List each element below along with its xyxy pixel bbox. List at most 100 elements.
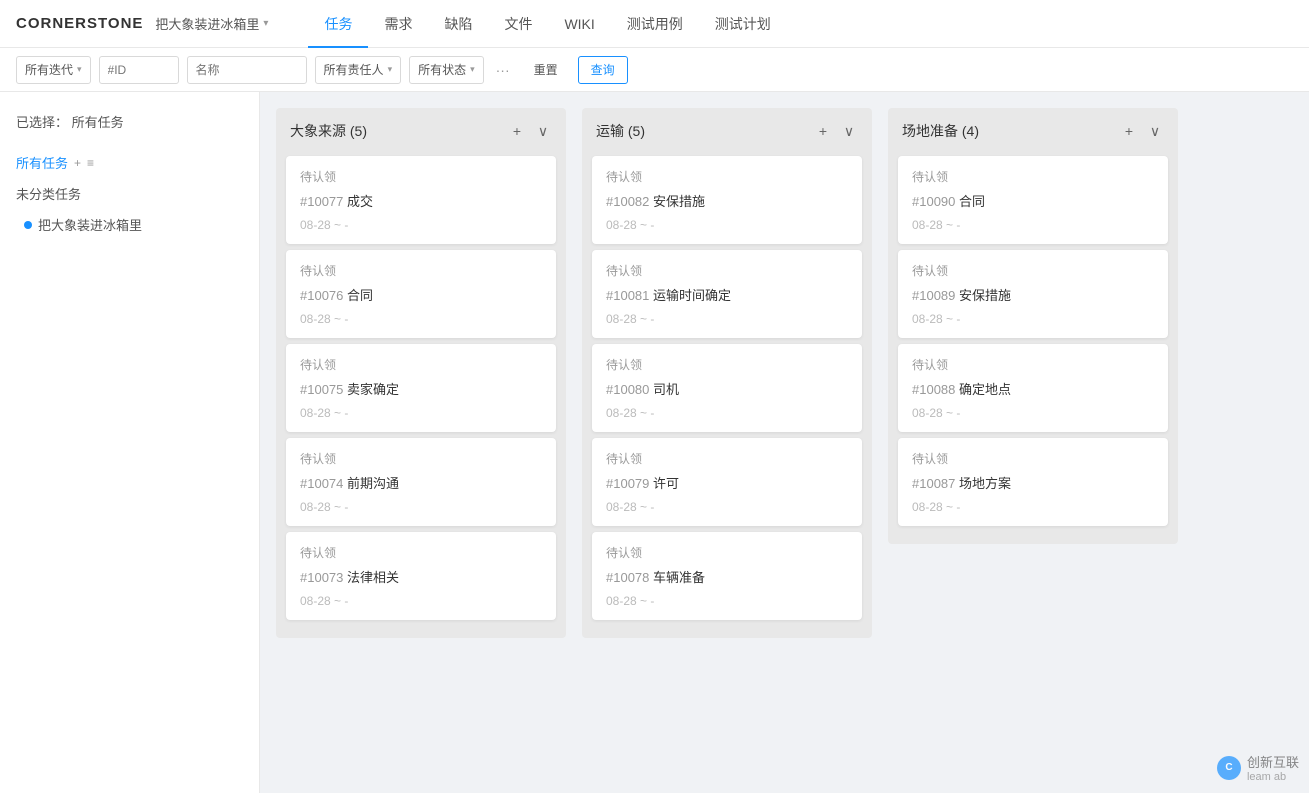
tab-files[interactable]: 文件	[488, 1, 548, 48]
name-input[interactable]	[187, 56, 307, 84]
card-id-0-2: #10075	[300, 382, 347, 397]
iteration-select[interactable]: 所有迭代 ▾	[16, 56, 91, 84]
column-collapse-button-1[interactable]: ∨	[838, 120, 860, 142]
sidebar-project-item[interactable]: 把大象装进冰箱里	[0, 209, 259, 240]
tab-test-plan[interactable]: 测试计划	[699, 1, 787, 48]
card-id-title-0-2: #10075 卖家确定	[300, 379, 542, 398]
card-date-2-0: 08-28 ~ -	[912, 218, 1154, 232]
card-id-2-0: #10090	[912, 194, 959, 209]
reset-button[interactable]: 重置	[522, 56, 570, 84]
card-id-0-0: #10077	[300, 194, 347, 209]
kanban-card-1-4[interactable]: 待认领#10078 车辆准备08-28 ~ -	[592, 532, 862, 620]
sidebar-selected-value: 所有任务	[72, 115, 124, 130]
kanban-card-0-0[interactable]: 待认领#10077 成交08-28 ~ -	[286, 156, 556, 244]
column-header-2: 场地准备 (4)+∨	[888, 108, 1178, 150]
card-date-2-1: 08-28 ~ -	[912, 312, 1154, 326]
sidebar-all-tasks-label: 所有任务	[16, 153, 68, 172]
card-name-0-2: 卖家确定	[347, 382, 399, 397]
card-id-title-2-0: #10090 合同	[912, 191, 1154, 210]
iteration-chevron-icon: ▾	[77, 64, 82, 75]
kanban-area: 大象来源 (5)+∨ 待认领 #10077 成交 08-28 ~ - 待认领 #10076…	[260, 92, 1309, 793]
kanban-card-2-2[interactable]: 待认领#10088 确定地点08-28 ~ -	[898, 344, 1168, 432]
kanban-column-1: 运输 (5)+∨待认领#10082 安保措施08-28 ~ -待认领#10081…	[582, 108, 872, 638]
sidebar-menu-icon[interactable]: ≡	[87, 156, 94, 170]
card-status-1-2: 待认领	[606, 356, 848, 373]
column-header-0: 大象来源 (5)+∨	[276, 108, 566, 150]
sidebar: 已选择： 所有任务 所有任务 + ≡ 未分类任务 把大象装进冰箱里	[0, 92, 260, 793]
card-date-1-3: 08-28 ~ -	[606, 500, 848, 514]
card-date-0-1: 08-28 ~ -	[300, 312, 542, 326]
card-name-2-0: 合同	[959, 194, 985, 209]
card-id-1-4: #10078	[606, 570, 653, 585]
card-id-title-1-3: #10079 许可	[606, 473, 848, 492]
sidebar-uncategorized[interactable]: 未分类任务	[0, 178, 259, 209]
card-date-1-2: 08-28 ~ -	[606, 406, 848, 420]
sidebar-add-icon[interactable]: +	[74, 156, 81, 170]
card-id-title-1-1: #10081 运输时间确定	[606, 285, 848, 304]
kanban-card-0-2[interactable]: 待认领#10075 卖家确定08-28 ~ -	[286, 344, 556, 432]
kanban-card-0-1[interactable]: 待认领#10076 合同08-28 ~ -	[286, 250, 556, 338]
kanban-card-1-1[interactable]: 待认领#10081 运输时间确定08-28 ~ -	[592, 250, 862, 338]
sidebar-selected-label: 已选择： 所有任务	[0, 104, 259, 139]
kanban-card-2-1[interactable]: 待认领 #10089 安保措施 08-28 ~ -	[898, 250, 1168, 338]
tab-requirements[interactable]: 需求	[368, 1, 428, 48]
card-status-2-1: 待认领	[912, 262, 1154, 279]
kanban-card-2-0[interactable]: 待认领 #10090 合同 08-28 ~ -	[898, 156, 1168, 244]
card-name-0-0: 成交	[347, 194, 373, 209]
top-nav: CORNERSTONE 把大象装进冰箱里 ▾ 任务 需求 缺陷 文件 WIKI …	[0, 0, 1309, 48]
filter-bar: 所有迭代 ▾ 所有责任人 ▾ 所有状态 ▾ ··· 重置 查询	[0, 48, 1309, 92]
column-title-1: 运输 (5)	[596, 121, 808, 141]
kanban-card-1-0[interactable]: 待认领#10082 安保措施08-28 ~ -	[592, 156, 862, 244]
kanban-column-2: 场地准备 (4)+∨ 待认领 #10090 合同 08-28 ~ - 待认领 #10089…	[888, 108, 1178, 544]
query-button[interactable]: 查询	[578, 56, 628, 84]
id-input[interactable]	[99, 56, 179, 84]
kanban-card-2-3[interactable]: 待认领#10087 场地方案08-28 ~ -	[898, 438, 1168, 526]
card-status-0-2: 待认领	[300, 356, 542, 373]
card-name-1-4: 车辆准备	[653, 570, 705, 585]
kanban-card-1-2[interactable]: 待认领 #10080 司机 08-28 ~ -	[592, 344, 862, 432]
sidebar-project-item-label: 把大象装进冰箱里	[38, 215, 142, 234]
card-id-title-0-3: #10074 前期沟通	[300, 473, 542, 492]
tab-test-cases[interactable]: 测试用例	[611, 1, 699, 48]
card-id-0-3: #10074	[300, 476, 347, 491]
kanban-card-1-3[interactable]: 待认领 #10079 许可 08-28 ~ -	[592, 438, 862, 526]
tab-tasks[interactable]: 任务	[308, 1, 368, 48]
column-collapse-button-0[interactable]: ∨	[532, 120, 554, 142]
tab-defects[interactable]: 缺陷	[428, 1, 488, 48]
card-id-1-1: #10081	[606, 288, 653, 303]
card-name-1-1: 运输时间确定	[653, 288, 731, 303]
card-status-1-3: 待认领	[606, 450, 848, 467]
project-dot-icon	[24, 221, 32, 229]
kanban-card-0-3[interactable]: 待认领#10074 前期沟通08-28 ~ -	[286, 438, 556, 526]
watermark: C 创新互联 leam ab	[1217, 752, 1299, 783]
card-date-0-0: 08-28 ~ -	[300, 218, 542, 232]
kanban-card-0-4[interactable]: 待认领#10073 法律相关08-28 ~ -	[286, 532, 556, 620]
status-select[interactable]: 所有状态 ▾	[409, 56, 484, 84]
column-add-button-2[interactable]: +	[1118, 120, 1140, 142]
status-chevron-icon: ▾	[470, 64, 475, 75]
card-id-title-0-0: #10077 成交	[300, 191, 542, 210]
more-filters-button[interactable]: ···	[492, 62, 514, 78]
sidebar-uncategorized-label: 未分类任务	[16, 187, 81, 202]
column-collapse-button-2[interactable]: ∨	[1144, 120, 1166, 142]
sidebar-all-tasks[interactable]: 所有任务 + ≡	[0, 147, 259, 178]
card-id-2-3: #10087	[912, 476, 959, 491]
card-id-title-1-2: #10080 司机	[606, 379, 848, 398]
column-add-button-0[interactable]: +	[506, 120, 528, 142]
card-name-2-1: 安保措施	[959, 288, 1011, 303]
card-id-title-2-1: #10089 安保措施	[912, 285, 1154, 304]
card-status-2-0: 待认领	[912, 168, 1154, 185]
card-id-0-1: #10076	[300, 288, 347, 303]
card-date-0-3: 08-28 ~ -	[300, 500, 542, 514]
project-name[interactable]: 把大象装进冰箱里 ▾	[155, 14, 268, 33]
card-date-2-2: 08-28 ~ -	[912, 406, 1154, 420]
column-add-button-1[interactable]: +	[812, 120, 834, 142]
tab-wiki[interactable]: WIKI	[548, 1, 610, 48]
card-id-title-0-1: #10076 合同	[300, 285, 542, 304]
owner-select[interactable]: 所有责任人 ▾	[315, 56, 402, 84]
card-name-1-3: 许可	[653, 476, 679, 491]
card-id-2-2: #10088	[912, 382, 959, 397]
main-layout: 已选择： 所有任务 所有任务 + ≡ 未分类任务 把大象装进冰箱里 大象来源 (…	[0, 92, 1309, 793]
card-date-0-4: 08-28 ~ -	[300, 594, 542, 608]
project-chevron-icon: ▾	[263, 18, 268, 29]
